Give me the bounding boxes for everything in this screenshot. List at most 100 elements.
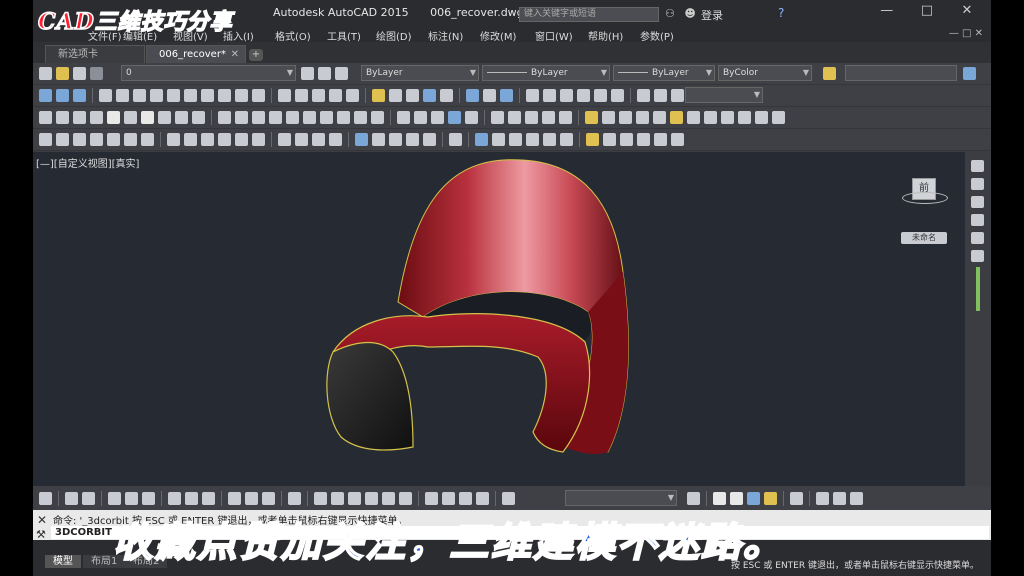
plotstyle-dropdown[interactable]: ByColor ▼: [718, 65, 812, 81]
presspull-solid-icon[interactable]: [286, 111, 299, 124]
orbit-icon[interactable]: [39, 89, 52, 102]
nav-scrollbar[interactable]: [976, 267, 980, 311]
dim-jogged-icon[interactable]: [168, 492, 181, 505]
login-button[interactable]: 登录: [701, 7, 723, 23]
right-view-icon[interactable]: [150, 89, 163, 102]
box-icon[interactable]: [466, 89, 479, 102]
subtract-icon[interactable]: [320, 111, 333, 124]
render-region-icon[interactable]: [755, 111, 768, 124]
torus-icon[interactable]: [141, 111, 154, 124]
orbit-nav-icon[interactable]: [971, 214, 984, 226]
crease-icon[interactable]: [218, 133, 231, 146]
box-solid-icon[interactable]: [56, 111, 69, 124]
help-icon[interactable]: ?: [778, 6, 784, 20]
ucs-axis-icon[interactable]: [39, 492, 52, 505]
solid-edit-1-icon[interactable]: [425, 492, 438, 505]
ucs-face-icon[interactable]: [329, 89, 342, 102]
binoculars-icon[interactable]: ⚇: [665, 7, 675, 20]
mesh-sphere-icon[interactable]: [124, 133, 137, 146]
solid-edit-2-icon[interactable]: [442, 492, 455, 505]
dim-diameter-icon[interactable]: [185, 492, 198, 505]
geo-location-icon[interactable]: [704, 111, 717, 124]
separate-icon[interactable]: [431, 111, 444, 124]
helmet-model[interactable]: [33, 152, 965, 486]
menu-item-modify[interactable]: 修改(M): [480, 28, 516, 43]
realistic-icon[interactable]: [406, 133, 419, 146]
sphere-icon[interactable]: [107, 111, 120, 124]
cone-icon[interactable]: [500, 89, 513, 102]
drawing-viewport[interactable]: [—][自定义视图][真实] 前 未命名: [33, 152, 965, 486]
cone-solid-icon[interactable]: [90, 111, 103, 124]
dim-continue-icon[interactable]: [262, 492, 275, 505]
dim-angular-icon[interactable]: [202, 492, 215, 505]
visual-style-icon[interactable]: [355, 133, 368, 146]
close-cmd-icon[interactable]: ✕: [37, 513, 47, 527]
loft-icon[interactable]: [594, 89, 607, 102]
extrude-solid-icon[interactable]: [218, 111, 231, 124]
continuous-orbit-icon[interactable]: [73, 89, 86, 102]
menu-item-params[interactable]: 参数(P): [640, 28, 674, 43]
block-icon[interactable]: [671, 89, 684, 102]
convert-surface-icon[interactable]: [295, 133, 308, 146]
light-icon[interactable]: [372, 89, 385, 102]
ucs-icon[interactable]: [278, 89, 291, 102]
shadow-icon[interactable]: [603, 133, 616, 146]
search-input[interactable]: 键入关键字或短语: [519, 7, 659, 22]
pointlight-icon[interactable]: [406, 89, 419, 102]
dim-style-icon[interactable]: [382, 492, 395, 505]
polysolid-icon[interactable]: [39, 111, 52, 124]
flatshot-icon[interactable]: [329, 133, 342, 146]
color-dropdown[interactable]: ByLayer ▼: [361, 65, 479, 81]
layer-manager-icon[interactable]: [39, 67, 52, 80]
sun-light-icon[interactable]: [586, 133, 599, 146]
array3d-icon[interactable]: [559, 111, 572, 124]
mesh-cylinder-icon[interactable]: [90, 133, 103, 146]
dim-baseline-icon[interactable]: [245, 492, 258, 505]
slice-icon[interactable]: [354, 111, 367, 124]
lightbulb-icon[interactable]: [56, 67, 69, 80]
menu-item-dimension[interactable]: 标注(N): [428, 28, 463, 43]
intersect-icon[interactable]: [337, 111, 350, 124]
dim-radius-icon[interactable]: [142, 492, 155, 505]
adjust-distance-icon[interactable]: [492, 133, 505, 146]
dist-light-icon[interactable]: [423, 89, 436, 102]
gold-sphere-icon[interactable]: [764, 492, 777, 505]
lineweight-dropdown[interactable]: ByLayer ▼: [613, 65, 715, 81]
se-iso-icon[interactable]: [218, 89, 231, 102]
zoom-extents-icon[interactable]: [971, 196, 984, 208]
mapping-icon[interactable]: [654, 133, 667, 146]
convert-solid-icon[interactable]: [278, 133, 291, 146]
close-button[interactable]: ✕: [949, 3, 985, 18]
close-tab-icon[interactable]: ✕: [231, 46, 239, 64]
table-icon[interactable]: [637, 89, 650, 102]
tab-new[interactable]: 新选项卡: [45, 45, 145, 63]
back-view-icon[interactable]: [116, 89, 129, 102]
lights-list-icon[interactable]: [619, 111, 632, 124]
layer-state-icon[interactable]: [687, 492, 700, 505]
wedge-icon[interactable]: [483, 89, 496, 102]
showmotion-icon[interactable]: [971, 232, 984, 244]
tolerance-icon[interactable]: [288, 492, 301, 505]
free-orbit-icon[interactable]: [56, 89, 69, 102]
dim-override-icon[interactable]: [399, 492, 412, 505]
gray-sphere-icon[interactable]: [730, 492, 743, 505]
gizmo-scale-icon[interactable]: [850, 492, 863, 505]
gizmo-move-icon[interactable]: [816, 492, 829, 505]
material-attach-icon[interactable]: [790, 492, 803, 505]
loft-solid-icon[interactable]: [252, 111, 265, 124]
mesh-cone-icon[interactable]: [73, 133, 86, 146]
hidden-icon[interactable]: [389, 133, 402, 146]
smooth-less-icon[interactable]: [184, 133, 197, 146]
imprint-icon[interactable]: [414, 111, 427, 124]
solid-edit-4-icon[interactable]: [476, 492, 489, 505]
uncrease-icon[interactable]: [235, 133, 248, 146]
planar-icon[interactable]: [192, 111, 205, 124]
fly-icon[interactable]: [526, 133, 539, 146]
render-icon[interactable]: [585, 111, 598, 124]
material-browser-icon[interactable]: [620, 133, 633, 146]
center-mark-icon[interactable]: [314, 492, 327, 505]
menu-item-window[interactable]: 窗口(W): [535, 28, 573, 43]
quick-dim-icon[interactable]: [228, 492, 241, 505]
pan-nav-icon[interactable]: [971, 178, 984, 190]
maximize-button[interactable]: □: [909, 3, 945, 18]
